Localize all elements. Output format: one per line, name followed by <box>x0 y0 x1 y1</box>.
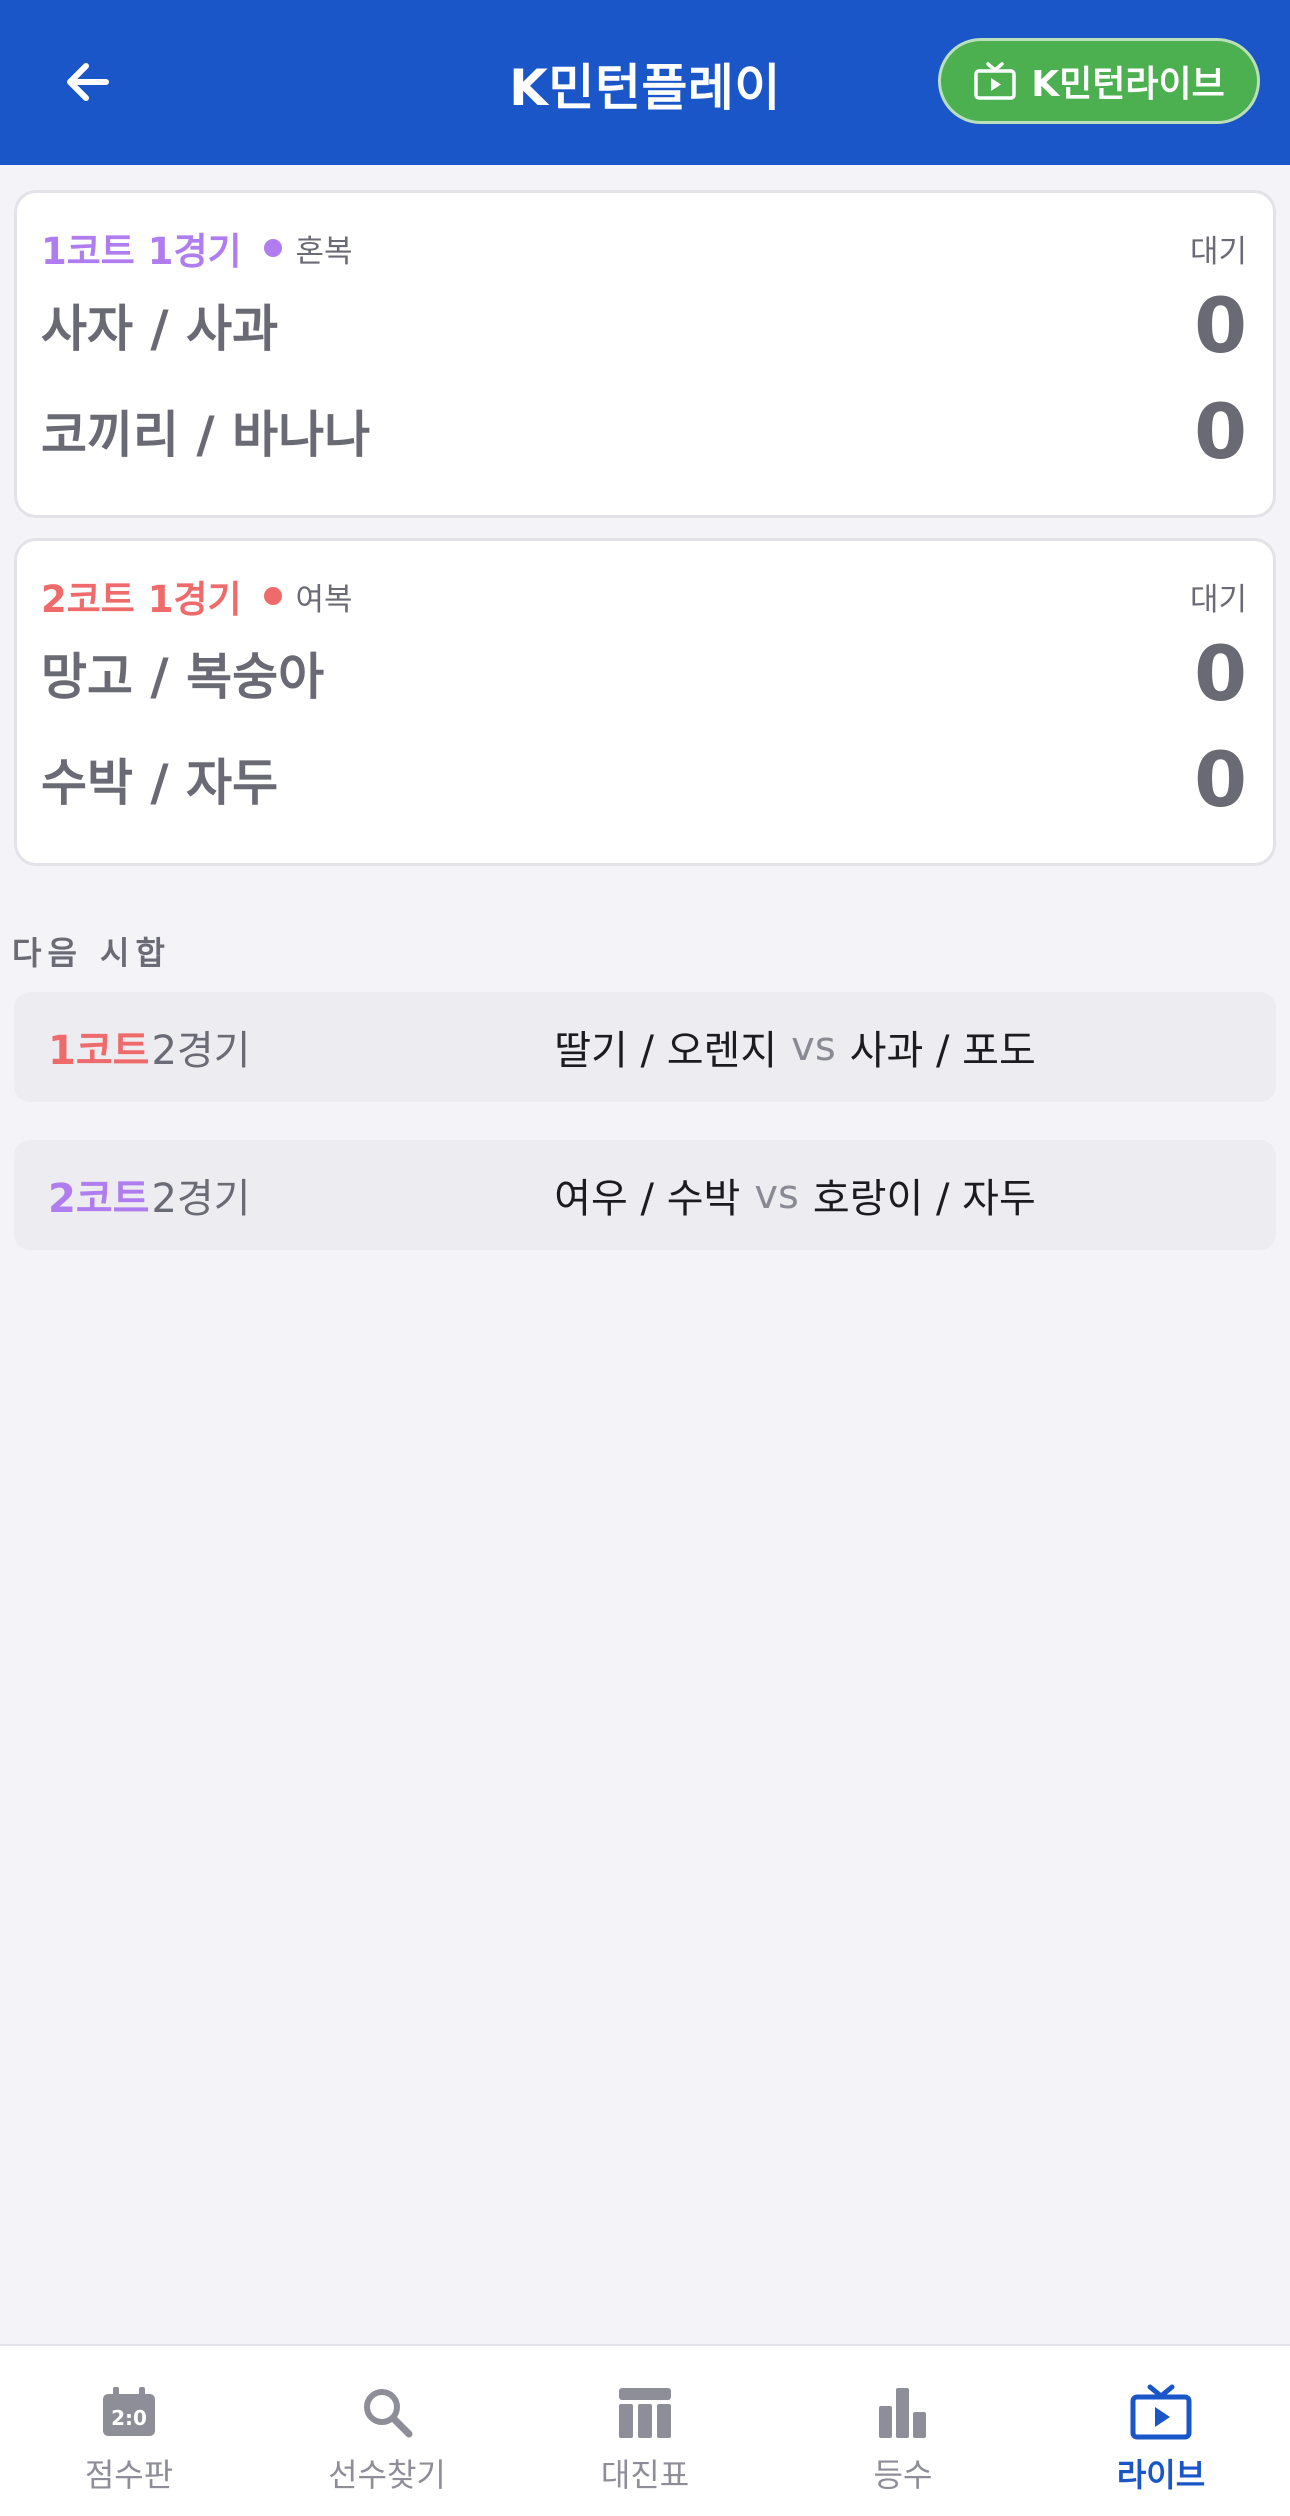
team-b: 사과 / 포도 <box>849 1028 1036 1074</box>
nav-item-player-search[interactable]: 선수찾기 <box>258 2346 516 2516</box>
next-match-item[interactable]: 2코트 2경기 여우 / 수박 vs 호랑이 / 자두 <box>14 1140 1276 1250</box>
nav-label: 선수찾기 <box>328 2456 446 2494</box>
next-matches-heading: 다음 시합 <box>12 934 171 972</box>
type-dot-icon <box>263 587 282 605</box>
nav-label: 등수 <box>873 2456 933 2494</box>
tv-play-icon <box>974 62 1016 100</box>
team-score: 0 <box>1194 280 1247 370</box>
bottom-nav: 2:0 점수판 선수찾기 대진표 등수 라이브 <box>0 2344 1290 2516</box>
nav-label: 점수판 <box>84 2456 174 2494</box>
match-card[interactable]: 2코트 1경기 여복 대기 망고 / 복숭아 0 수박 / 자두 0 <box>14 538 1276 866</box>
team-row: 망고 / 복숭아 0 <box>41 629 1247 718</box>
team-row: 사자 / 사과 0 <box>41 281 1247 370</box>
team-row: 수박 / 자두 0 <box>41 735 1247 824</box>
team-name: 수박 / 자두 <box>41 754 279 812</box>
match-status: 대기 <box>1189 581 1247 618</box>
match-card-header: 2코트 1경기 여복 대기 <box>41 571 1247 621</box>
team-score: 0 <box>1194 386 1247 476</box>
nav-item-bracket[interactable]: 대진표 <box>516 2346 774 2516</box>
vs-label: vs <box>754 1172 799 1218</box>
team-b: 호랑이 / 자두 <box>812 1176 1036 1222</box>
search-icon <box>355 2382 419 2442</box>
nav-item-scoreboard[interactable]: 2:0 점수판 <box>0 2346 258 2516</box>
court-game-label: 1코트 1경기 <box>41 230 242 273</box>
game-label: 2경기 <box>151 1028 251 1074</box>
team-a: 여우 / 수박 <box>554 1176 741 1222</box>
live-tv-icon <box>1129 2382 1193 2442</box>
live-button[interactable]: K민턴라이브 <box>938 38 1260 124</box>
court-label: 2코트 <box>48 1176 150 1222</box>
nav-item-live[interactable]: 라이브 <box>1032 2346 1290 2516</box>
match-card[interactable]: 1코트 1경기 혼복 대기 사자 / 사과 0 코끼리 / 바나나 0 <box>14 190 1276 518</box>
type-dot-icon <box>263 239 282 257</box>
match-type: 혼복 <box>295 233 353 270</box>
team-score: 0 <box>1194 734 1247 824</box>
court-label: 1코트 <box>48 1028 150 1074</box>
team-name: 사자 / 사과 <box>41 300 279 358</box>
team-a: 딸기 / 오렌지 <box>554 1028 778 1074</box>
next-match-court: 2코트 2경기 <box>48 1140 251 1250</box>
next-match-item[interactable]: 1코트 2경기 딸기 / 오렌지 vs 사과 / 포도 <box>14 992 1276 1102</box>
team-score: 0 <box>1194 628 1247 718</box>
live-button-label: K민턴라이브 <box>1031 64 1225 105</box>
match-status: 대기 <box>1189 233 1247 270</box>
court-game-label: 2코트 1경기 <box>41 578 242 621</box>
nav-label: 라이브 <box>1116 2456 1206 2494</box>
bar-chart-icon <box>871 2382 935 2442</box>
match-type: 여복 <box>295 581 353 618</box>
vs-label: vs <box>791 1024 836 1070</box>
team-name: 코끼리 / 바나나 <box>41 406 371 464</box>
match-card-header: 1코트 1경기 혼복 대기 <box>41 223 1247 273</box>
game-label: 2경기 <box>151 1176 251 1222</box>
next-match-court: 1코트 2경기 <box>48 992 251 1102</box>
team-row: 코끼리 / 바나나 0 <box>41 387 1247 476</box>
app-header: K민턴플레이 K민턴라이브 <box>0 0 1290 165</box>
svg-text:2:0: 2:0 <box>111 2406 147 2430</box>
bracket-table-icon <box>613 2382 677 2442</box>
nav-item-ranking[interactable]: 등수 <box>774 2346 1032 2516</box>
next-match-teams: 딸기 / 오렌지 vs 사과 / 포도 <box>314 992 1276 1102</box>
nav-label: 대진표 <box>600 2456 690 2494</box>
scoreboard-icon: 2:0 <box>97 2382 161 2442</box>
team-name: 망고 / 복숭아 <box>41 648 325 706</box>
next-match-teams: 여우 / 수박 vs 호랑이 / 자두 <box>314 1140 1276 1250</box>
